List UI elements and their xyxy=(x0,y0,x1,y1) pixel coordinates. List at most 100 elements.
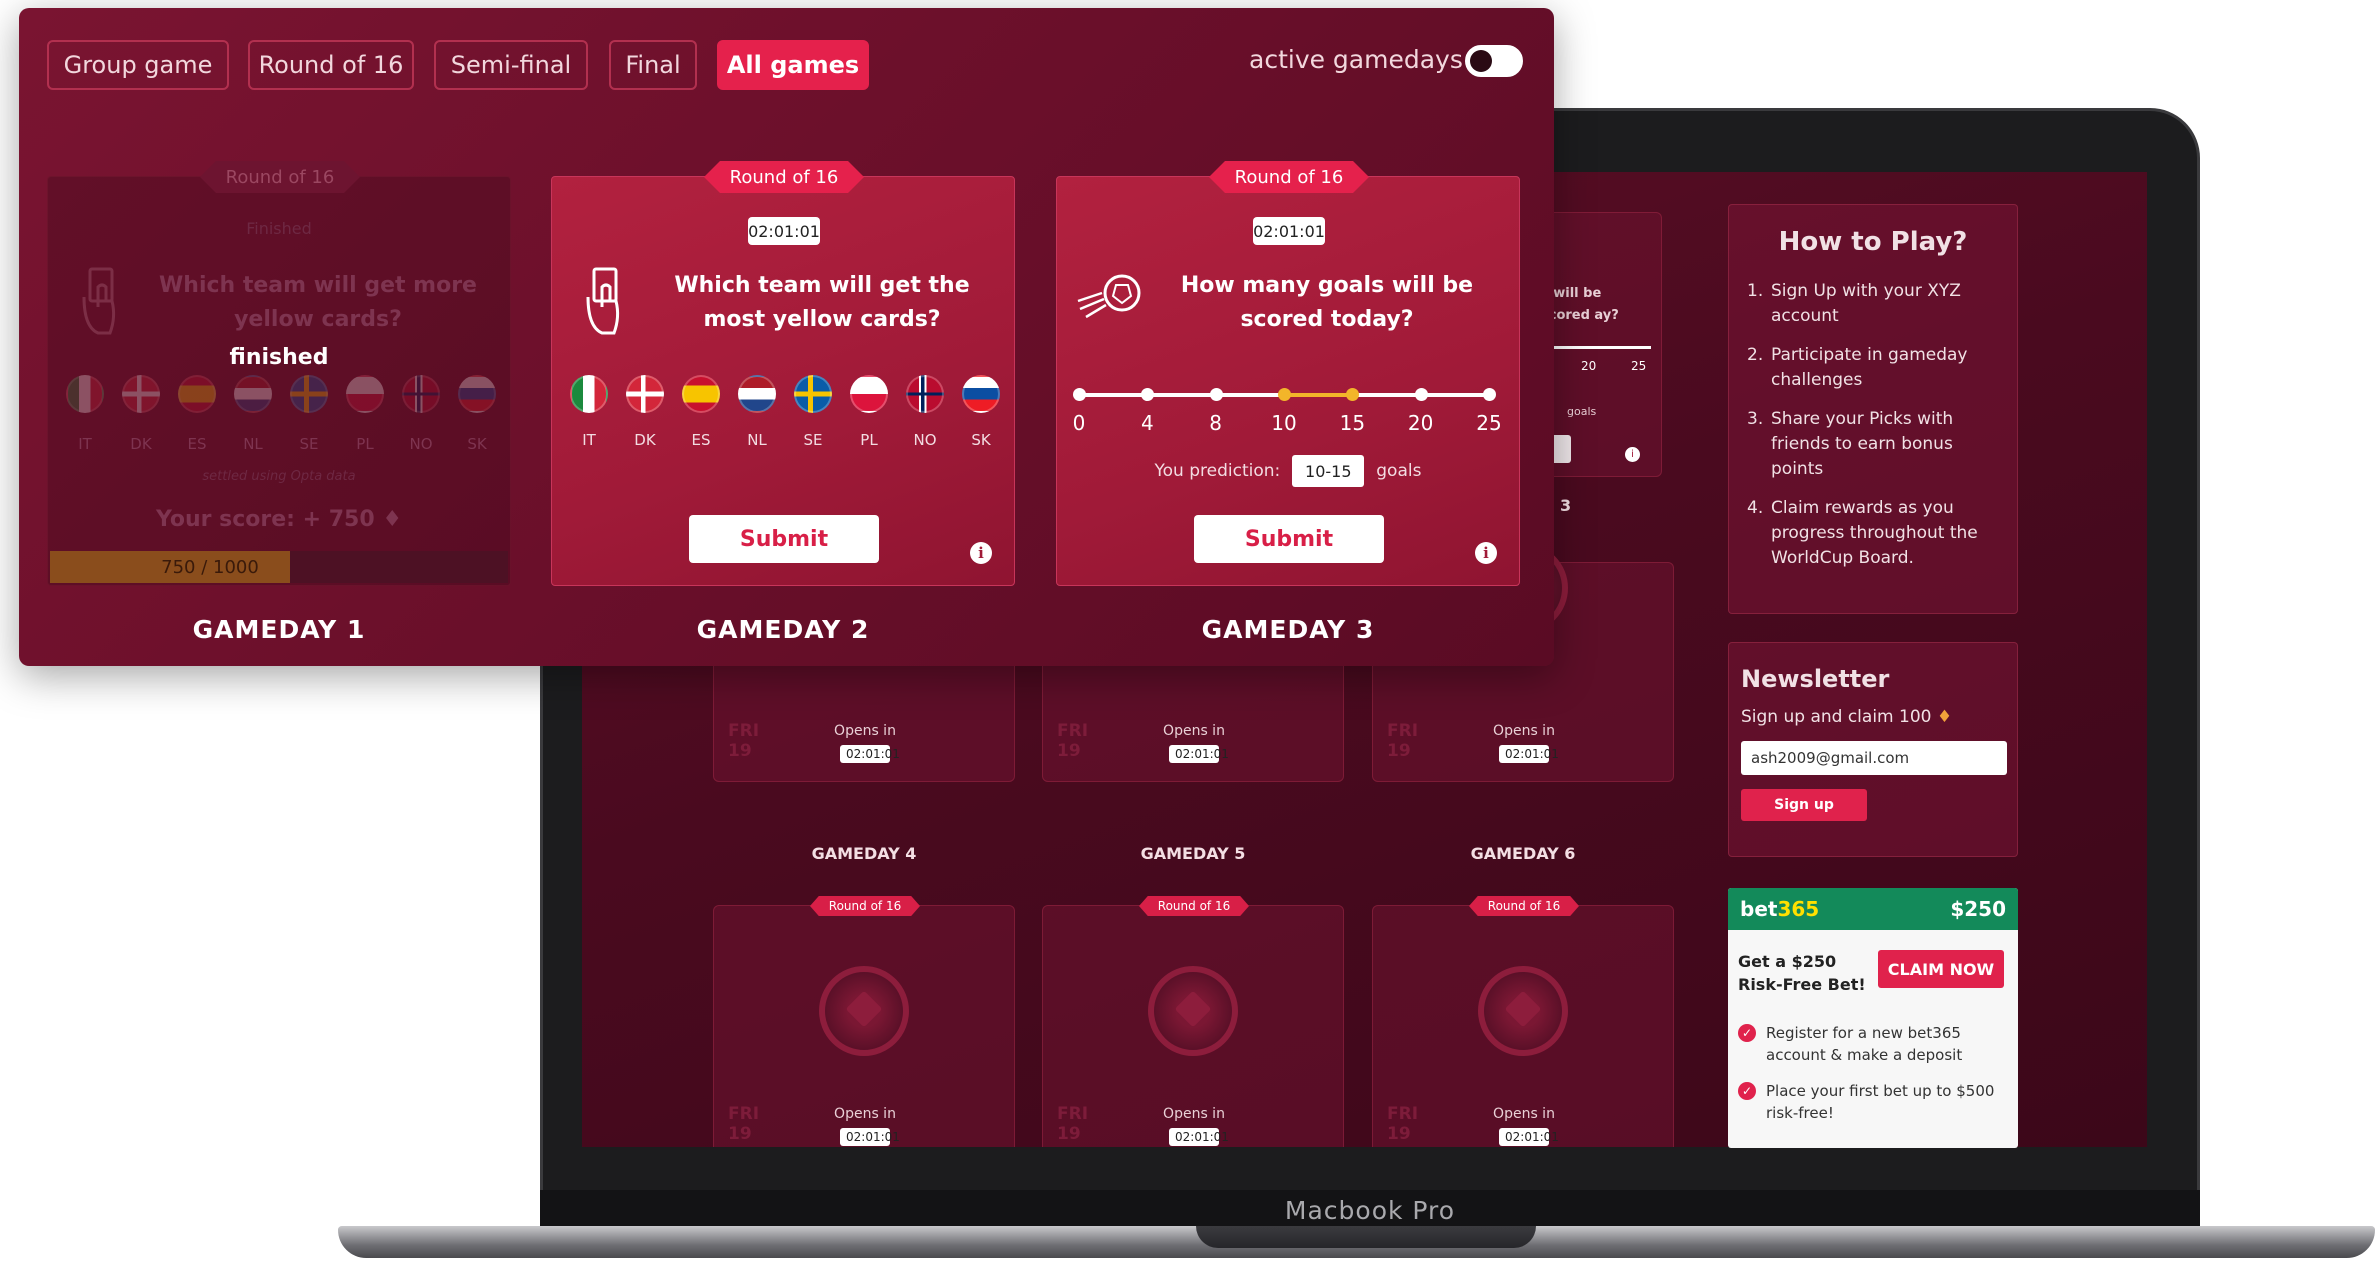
tab-group-game[interactable]: Group game xyxy=(47,40,229,90)
info-icon[interactable]: i xyxy=(970,542,992,564)
italy-flag-icon[interactable] xyxy=(570,375,608,413)
tab-final[interactable]: Final xyxy=(609,40,697,90)
score-progress-bar: 750 / 1000 xyxy=(50,551,508,583)
flag-captions: IT DK ES NL SE PL NO SK xyxy=(582,431,991,449)
partial-tick-label: 20 xyxy=(1581,359,1597,373)
gameday-card-yellow-cards[interactable]: Round of 16 02:01:01 Which team will get… xyxy=(551,161,1015,586)
toggle-knob xyxy=(1470,50,1492,72)
soccer-ball-icon xyxy=(1077,274,1141,319)
countdown-timer: 02:01:01 xyxy=(1253,217,1325,245)
slider-tick-label: 25 xyxy=(1476,411,1502,435)
question-text: Which team will get more yellow cards? xyxy=(159,273,477,332)
gameday-card[interactable]: Round of 16 FRI 19 Opens in 02:01:01 xyxy=(713,896,1015,1147)
opens-in-label: Opens in xyxy=(1163,1106,1225,1122)
prediction-label: You prediction: xyxy=(1154,461,1281,481)
slider-handle[interactable] xyxy=(1278,388,1291,401)
newsletter-subtitle: Sign up and claim 100 ♦ xyxy=(1741,707,1953,727)
round-ribbon: Round of 16 xyxy=(704,161,864,193)
gameday-label: GAMEDAY 1 xyxy=(192,615,366,644)
list-item: 3. Share your Picks with friends to earn … xyxy=(1747,409,1954,479)
yellow-card-hand-icon xyxy=(82,267,116,335)
partial-question: s will be scored ay? xyxy=(1541,286,1619,323)
slider-handle xyxy=(1483,388,1496,401)
slider-tick-label: 8 xyxy=(1209,411,1223,435)
gameday-overlay-panel: Group game Round of 16 Semi-final Final … xyxy=(19,8,1554,666)
norway-flag-icon[interactable] xyxy=(402,375,440,413)
ad-amount: $250 xyxy=(1950,897,2006,921)
soccer-ball-icon xyxy=(1148,966,1238,1056)
soccer-ball-icon xyxy=(1478,966,1568,1056)
slider-tick-label: 20 xyxy=(1407,411,1434,435)
sign-up-button[interactable]: Sign up xyxy=(1741,789,1867,821)
device-model-label: Macbook Pro xyxy=(1284,1195,1456,1225)
question-text: Which team will get the most yellow card… xyxy=(674,273,970,332)
poland-flag-icon[interactable] xyxy=(346,375,384,413)
slovakia-flag-icon[interactable] xyxy=(458,375,496,413)
submit-button[interactable]: Submit xyxy=(1194,515,1384,563)
slider-handle xyxy=(1414,388,1428,401)
soccer-ball-icon xyxy=(819,966,909,1056)
how-to-play-panel: How to Play? 1. Sign Up with your XYZ acc… xyxy=(1728,204,2018,614)
team-flags xyxy=(66,375,496,413)
claim-now-button[interactable]: CLAIM NOW xyxy=(1878,950,2004,988)
team-flags xyxy=(570,375,1000,413)
slider-handle[interactable] xyxy=(1346,388,1360,401)
ad-bullet: Place your first bet up to $500 risk-fre… xyxy=(1738,1080,2008,1124)
netherlands-flag-icon[interactable] xyxy=(234,375,272,413)
how-to-play-steps: 1. Sign Up with your XYZ account 2. Partic… xyxy=(1747,279,1999,571)
prediction-input[interactable]: 10-15 xyxy=(1292,455,1365,487)
prediction-unit: goals xyxy=(1376,461,1422,481)
slovakia-flag-icon[interactable] xyxy=(962,375,1000,413)
slider-tick-label: 15 xyxy=(1339,411,1366,435)
list-item: 1. Sign Up with your XYZ account xyxy=(1747,281,1961,326)
sweden-flag-icon[interactable] xyxy=(290,375,328,413)
gameday-card[interactable]: Round of 16 FRI 19 Opens in 02:01:01 xyxy=(1372,896,1674,1147)
poland-flag-icon[interactable] xyxy=(850,375,888,413)
email-field[interactable] xyxy=(1741,741,2007,775)
opens-in-label: Opens in xyxy=(834,723,896,739)
tab-round-of-16[interactable]: Round of 16 xyxy=(248,40,414,90)
diamond-icon: ♦ xyxy=(1936,707,1953,727)
ad-offer: Get a $250 Risk-Free Bet! xyxy=(1738,952,1866,994)
denmark-flag-icon[interactable] xyxy=(626,375,664,413)
gameday-label: GAMEDAY 5 xyxy=(1140,844,1246,863)
prediction-row: You prediction: 10-15 goals xyxy=(1057,455,1519,487)
gameday-card-finished[interactable]: Round of 16 Finished Which team will get… xyxy=(47,161,511,586)
italy-flag-icon[interactable] xyxy=(66,375,104,413)
gameday-label: GAMEDAY 2 xyxy=(696,615,870,644)
gameday-label: GAMEDAY 3 xyxy=(1201,615,1375,644)
spain-flag-icon[interactable] xyxy=(682,375,720,413)
slider-handle xyxy=(1209,388,1223,401)
bet365-logo: bet365 xyxy=(1740,897,1820,921)
active-gamedays-toggle[interactable] xyxy=(1465,45,1523,77)
gameday-card[interactable]: Round of 16 FRI 19 Opens in 02:01:01 xyxy=(1042,896,1344,1147)
round-ribbon: Round of 16 xyxy=(1469,896,1579,916)
netherlands-flag-icon[interactable] xyxy=(738,375,776,413)
spain-flag-icon[interactable] xyxy=(178,375,216,413)
norway-flag-icon[interactable] xyxy=(906,375,944,413)
denmark-flag-icon[interactable] xyxy=(122,375,160,413)
info-icon[interactable]: i xyxy=(1625,447,1640,462)
day-label: FRI 19 xyxy=(1387,1104,1419,1144)
settled-note: settled using Opta data xyxy=(202,469,356,484)
diamond-icon: ♦ xyxy=(382,507,403,532)
round-ribbon: Round of 16 xyxy=(200,161,360,193)
tab-semi-final[interactable]: Semi-final xyxy=(434,40,588,90)
bet365-ad[interactable]: bet365 $250 Get a $250 Risk-Free Bet! CL… xyxy=(1728,888,2018,1148)
partial-unit: goals xyxy=(1567,405,1597,418)
info-icon[interactable]: i xyxy=(1475,542,1497,564)
countdown-timer: 02:01:01 xyxy=(748,217,820,245)
day-label: FRI 19 xyxy=(1057,721,1089,761)
gameday-card-goals[interactable]: Round of 16 02:01:01 How many goals will… xyxy=(1056,161,1520,586)
laptop-notch xyxy=(1196,1226,1536,1248)
slider-selected-range xyxy=(1284,393,1353,397)
gameday-label: GAMEDAY 6 xyxy=(1470,844,1576,863)
sweden-flag-icon[interactable] xyxy=(794,375,832,413)
opens-in-label: Opens in xyxy=(1163,723,1225,739)
tab-all-games[interactable]: All games xyxy=(717,40,869,90)
submit-button[interactable]: Submit xyxy=(689,515,879,563)
laptop-chin: Macbook Pro xyxy=(540,1190,2200,1230)
countdown-timer: 02:01:01 xyxy=(1169,1128,1229,1146)
goals-range-slider[interactable]: 0 4 8 10 15 20 25 xyxy=(1073,377,1502,437)
day-label: FRI 19 xyxy=(728,721,760,761)
